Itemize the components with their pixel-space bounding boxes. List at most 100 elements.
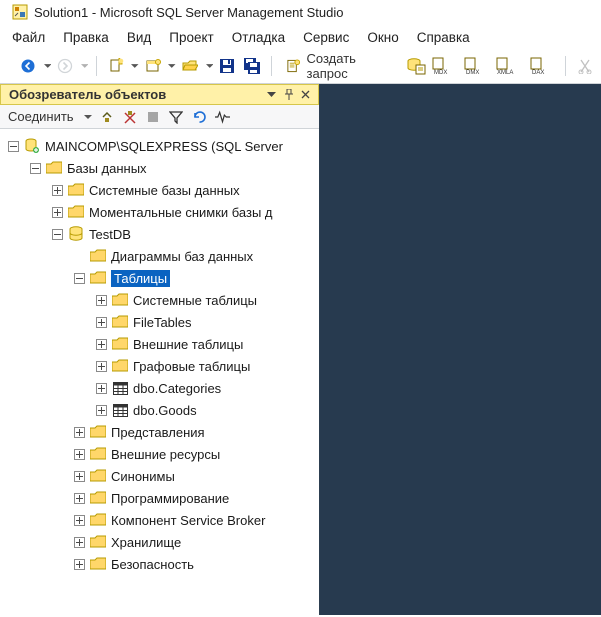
menu-window[interactable]: Окно (367, 30, 398, 45)
folder-icon (46, 160, 62, 176)
folder-icon (90, 512, 106, 528)
svg-text:XMLA: XMLA (497, 70, 513, 75)
stop-icon[interactable] (146, 109, 161, 124)
expand-icon[interactable] (96, 383, 107, 394)
folder-icon (90, 556, 106, 572)
expand-icon[interactable] (96, 405, 107, 416)
folder-icon (90, 424, 106, 440)
chevron-down-icon[interactable] (131, 62, 139, 70)
tree-graph-tables-node[interactable]: Графовые таблицы (4, 355, 315, 377)
object-explorer-header[interactable]: Обозреватель объектов (0, 84, 319, 105)
workspace-background (320, 84, 601, 615)
expand-icon[interactable] (96, 339, 107, 350)
refresh-icon[interactable] (192, 109, 207, 124)
tree-ext-res-node[interactable]: Внешние ресурсы (4, 443, 315, 465)
menu-service[interactable]: Сервис (303, 30, 349, 45)
expand-icon[interactable] (96, 361, 107, 372)
window-title: Solution1 - Microsoft SQL Server Managem… (34, 5, 344, 20)
tree-views-node[interactable]: Представления (4, 421, 315, 443)
activity-icon[interactable] (215, 109, 230, 124)
expand-icon[interactable] (74, 559, 85, 570)
expand-icon[interactable] (74, 537, 85, 548)
new-button[interactable] (105, 55, 126, 77)
tree-filetables-node[interactable]: FileTables (4, 311, 315, 333)
tree-table-goods-node[interactable]: dbo.Goods (4, 399, 315, 421)
collapse-icon[interactable] (74, 273, 85, 284)
db-engine-query-button[interactable] (405, 55, 428, 77)
collapse-icon[interactable] (52, 229, 63, 240)
menu-debug[interactable]: Отладка (232, 30, 285, 45)
menu-file[interactable]: Файл (12, 30, 45, 45)
tree-system-tables-node[interactable]: Системные таблицы (4, 289, 315, 311)
menu-view[interactable]: Вид (127, 30, 151, 45)
dax-query-button[interactable]: DAX (529, 55, 557, 77)
nav-back-button[interactable] (18, 55, 39, 77)
menu-edit[interactable]: Правка (63, 30, 109, 45)
xmla-query-button[interactable]: XMLA (495, 55, 525, 77)
svg-text:DMX: DMX (466, 70, 479, 75)
mdx-query-button[interactable]: MDX (431, 55, 459, 77)
expand-icon[interactable] (52, 207, 63, 218)
tree-security-node[interactable]: Безопасность (4, 553, 315, 575)
tree-table-categories-node[interactable]: dbo.Categories (4, 377, 315, 399)
server-label: MAINCOMP\SQLEXPRESS (SQL Server (45, 139, 283, 154)
tree-databases-node[interactable]: Базы данных (4, 157, 315, 179)
expand-icon[interactable] (96, 295, 107, 306)
dropdown-icon[interactable] (265, 88, 278, 101)
folder-icon (90, 490, 106, 506)
save-button[interactable] (217, 55, 238, 77)
expand-icon[interactable] (74, 493, 85, 504)
tree-system-db-node[interactable]: Системные базы данных (4, 179, 315, 201)
folder-icon (112, 292, 128, 308)
chevron-down-icon[interactable] (206, 62, 214, 70)
menu-help[interactable]: Справка (417, 30, 470, 45)
tree-service-broker-node[interactable]: Компонент Service Broker (4, 509, 315, 531)
folder-icon (90, 468, 106, 484)
dmx-query-button[interactable]: DMX (463, 55, 491, 77)
save-all-button[interactable] (242, 55, 263, 77)
service-broker-label: Компонент Service Broker (111, 513, 265, 528)
collapse-icon[interactable] (8, 141, 19, 152)
tree-snapshots-node[interactable]: Моментальные снимки базы д (4, 201, 315, 223)
diagrams-label: Диаграммы баз данных (111, 249, 253, 264)
chevron-down-icon[interactable] (168, 62, 176, 70)
object-explorer-tree[interactable]: MAINCOMP\SQLEXPRESS (SQL Server Базы дан… (0, 129, 319, 615)
tree-testdb-node[interactable]: TestDB (4, 223, 315, 245)
chevron-down-icon[interactable] (81, 62, 89, 70)
tree-diagrams-node[interactable]: Диаграммы баз данных (4, 245, 315, 267)
spacer (74, 251, 85, 262)
expand-icon[interactable] (96, 317, 107, 328)
menu-project[interactable]: Проект (169, 30, 213, 45)
expand-icon[interactable] (74, 449, 85, 460)
pin-icon[interactable] (282, 88, 295, 101)
tree-storage-node[interactable]: Хранилище (4, 531, 315, 553)
expand-icon[interactable] (74, 471, 85, 482)
folder-icon (90, 534, 106, 550)
tree-server-node[interactable]: MAINCOMP\SQLEXPRESS (SQL Server (4, 135, 315, 157)
close-icon[interactable] (299, 88, 312, 101)
expand-icon[interactable] (74, 515, 85, 526)
open-button[interactable] (180, 55, 201, 77)
tree-tables-node[interactable]: Таблицы (4, 267, 315, 289)
cut-button (574, 55, 595, 77)
collapse-icon[interactable] (30, 163, 41, 174)
separator (271, 56, 272, 76)
connect-label[interactable]: Соединить (8, 109, 74, 124)
chevron-down-icon[interactable] (84, 113, 92, 121)
tree-ext-tables-node[interactable]: Внешние таблицы (4, 333, 315, 355)
storage-label: Хранилище (111, 535, 181, 550)
new-project-button[interactable] (143, 55, 164, 77)
expand-icon[interactable] (74, 427, 85, 438)
chevron-down-icon[interactable] (44, 62, 52, 70)
ext-res-label: Внешние ресурсы (111, 447, 220, 462)
new-query-label: Создать запрос (307, 51, 395, 81)
content-area: Обозреватель объектов Соединить MAINCOMP… (0, 84, 601, 615)
tree-synonyms-node[interactable]: Синонимы (4, 465, 315, 487)
filter-icon[interactable] (169, 109, 184, 124)
disconnect-icon[interactable] (100, 109, 115, 124)
new-query-button[interactable]: Создать запрос (280, 55, 401, 77)
tree-programmability-node[interactable]: Программирование (4, 487, 315, 509)
expand-icon[interactable] (52, 185, 63, 196)
disconnect-all-icon[interactable] (123, 109, 138, 124)
folder-icon (112, 336, 128, 352)
